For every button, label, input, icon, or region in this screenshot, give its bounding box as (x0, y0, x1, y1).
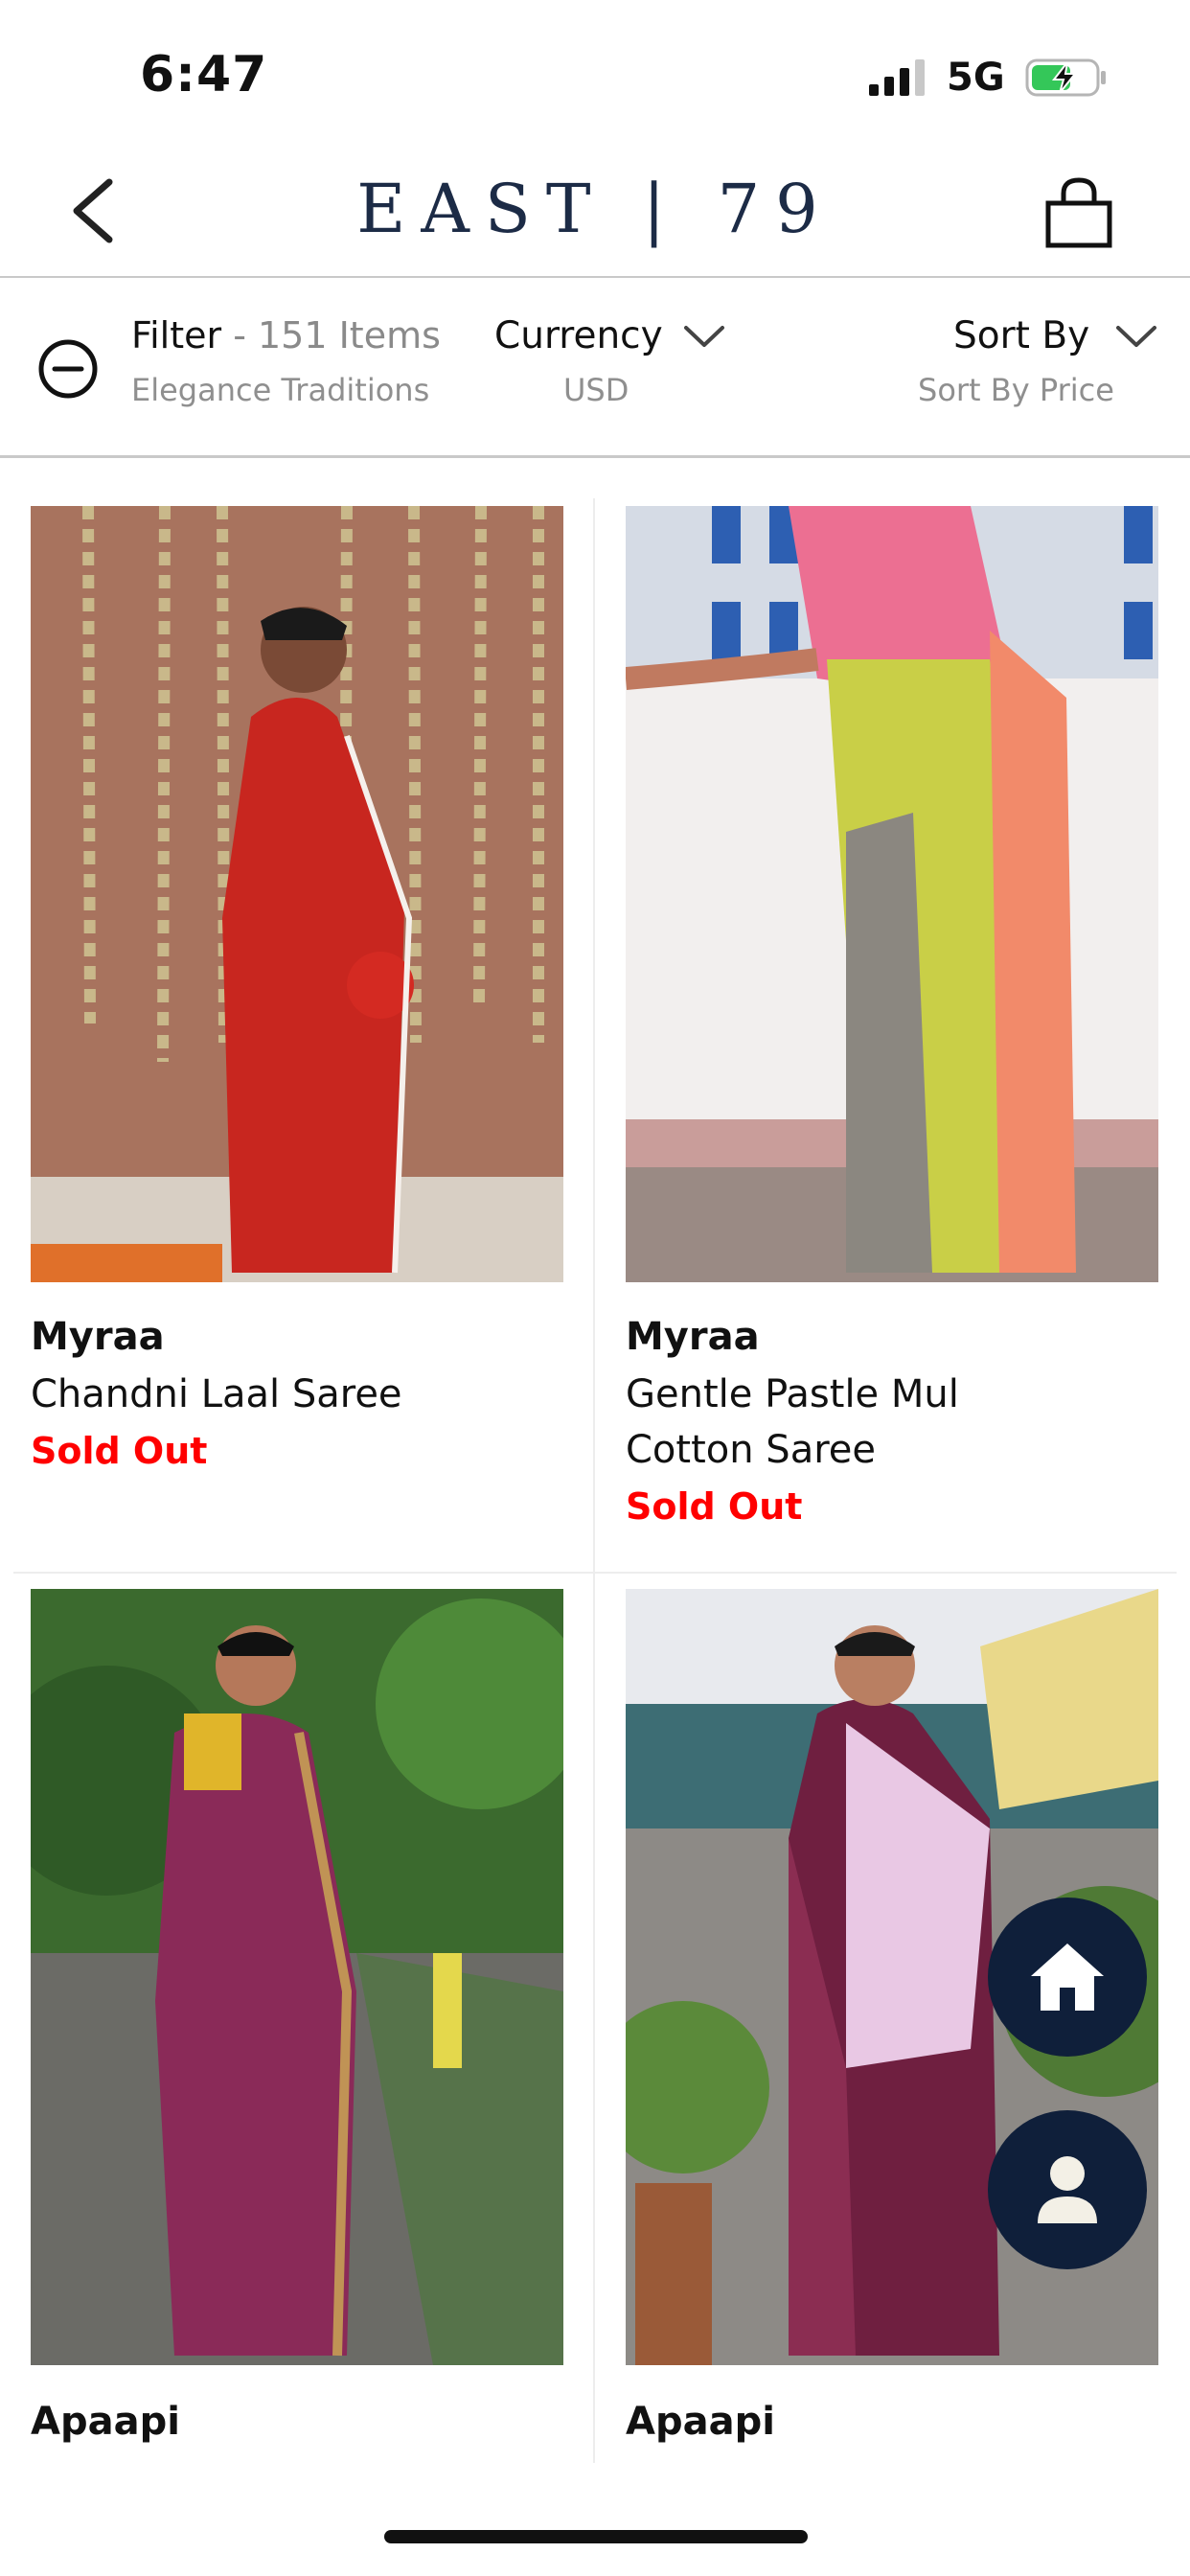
bottom-safe-area (0, 2463, 1190, 2576)
product-image[interactable] (626, 506, 1158, 1282)
sort-value: Sort By Price (918, 372, 1114, 408)
status-bar: 6:47 5G (0, 0, 1190, 144)
status-time: 6:47 (140, 46, 268, 104)
product-brand: Myraa (31, 1315, 165, 1359)
filter-category: Elegance Traditions (131, 372, 430, 408)
currency-label: Currency (494, 314, 663, 357)
item-count: - 151 Items (221, 314, 441, 356)
brand-logo-text: EAST | 79 (356, 170, 834, 248)
home-indicator[interactable] (384, 2530, 808, 2543)
filter-icon[interactable] (36, 337, 100, 401)
product-brand: Myraa (626, 1315, 760, 1359)
profile-fab[interactable] (988, 2110, 1147, 2269)
product-brand: Apaapi (626, 2400, 775, 2444)
battery-charging-icon (1025, 58, 1106, 97)
product-card[interactable]: Apaapi (0, 1574, 581, 2463)
chevron-down-icon (1116, 325, 1157, 347)
sort-label: Sort By (953, 314, 1090, 357)
currency-dropdown[interactable]: Currency (494, 314, 726, 357)
app-header: EAST | 79 (0, 144, 1190, 278)
product-card[interactable]: Myraa Gentle Pastle Mul Cotton Saree Sol… (595, 460, 1176, 1572)
filter-sort-bar: Filter - 151 Items Elegance Traditions C… (0, 280, 1190, 458)
filter-button[interactable]: Filter - 151 Items (131, 314, 441, 356)
product-card[interactable]: Myraa Chandni Laal Saree Sold Out (0, 460, 581, 1572)
product-image[interactable] (31, 506, 563, 1282)
sold-out-badge: Sold Out (626, 1485, 803, 1528)
product-title: Gentle Pastle Mul Cotton Saree (626, 1372, 959, 1472)
product-image[interactable] (31, 1589, 563, 2365)
sold-out-badge: Sold Out (31, 1430, 208, 1472)
sort-dropdown[interactable]: Sort By (953, 314, 1158, 357)
product-title: Chandni Laal Saree (31, 1372, 402, 1416)
chevron-down-icon (683, 325, 724, 347)
signal-strength-icon (869, 59, 925, 96)
filter-label: Filter (131, 314, 222, 356)
home-icon (1031, 1944, 1104, 2011)
brand-logo[interactable]: EAST | 79 (0, 161, 1190, 257)
product-brand: Apaapi (31, 2400, 180, 2444)
network-type: 5G (947, 56, 1005, 100)
currency-value: USD (563, 372, 629, 408)
home-fab[interactable] (988, 1898, 1147, 2057)
user-icon (1038, 2156, 1097, 2223)
shopping-bag-icon[interactable] (1041, 174, 1117, 251)
